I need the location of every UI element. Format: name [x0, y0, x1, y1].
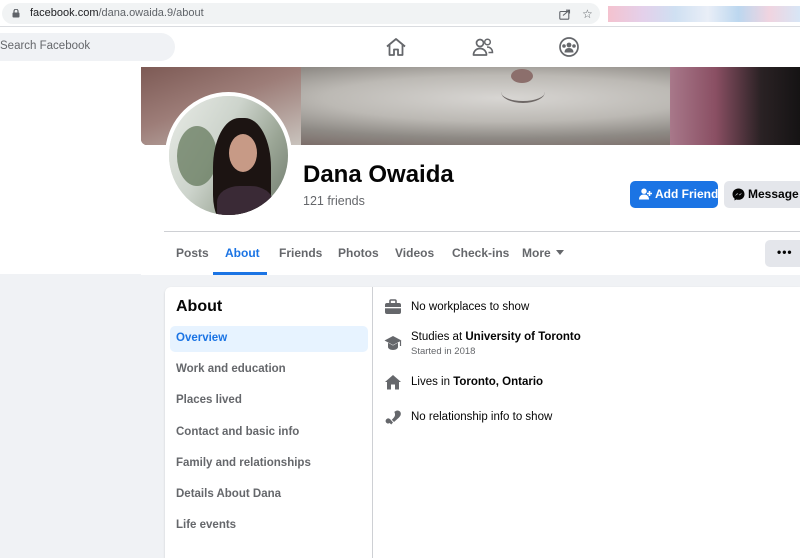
- more-options-button[interactable]: •••: [765, 240, 800, 267]
- profile-name: Dana Owaida: [303, 161, 454, 188]
- add-person-icon: [639, 188, 652, 200]
- url-host: facebook.com: [30, 7, 99, 19]
- tab-videos[interactable]: Videos: [395, 246, 434, 260]
- about-heading: About: [176, 298, 223, 315]
- studies-prefix: Studies at: [411, 331, 463, 343]
- cover-photo-right-region: [670, 67, 800, 145]
- left-whitespace: [0, 67, 141, 274]
- messenger-icon: [732, 188, 745, 201]
- message-label: Message: [748, 187, 799, 201]
- bookmark-star-icon[interactable]: ☆: [582, 8, 593, 20]
- house-icon: [385, 375, 401, 390]
- school-link[interactable]: University of Toronto: [465, 331, 580, 343]
- url-path: /dana.owaida.9/about: [98, 7, 204, 19]
- facebook-top-nav: Search Facebook: [0, 27, 800, 67]
- about-menu-family-relationships[interactable]: Family and relationships: [176, 457, 311, 469]
- friend-count-link[interactable]: 121 friends: [303, 194, 365, 208]
- about-menu-details[interactable]: Details About Dana: [176, 488, 281, 500]
- education-start-date: Started in 2018: [411, 346, 476, 357]
- work-info: No workplaces to show: [411, 301, 530, 313]
- about-menu-work-education[interactable]: Work and education: [176, 363, 286, 375]
- lives-prefix: Lives in: [411, 376, 450, 388]
- lock-icon: [12, 9, 20, 18]
- browser-toolbar: facebook.com/dana.owaida.9/about ☆: [0, 0, 800, 27]
- search-input[interactable]: Search Facebook: [0, 33, 175, 61]
- graduation-cap-icon: [384, 336, 402, 350]
- extensions-area: [608, 6, 800, 22]
- avatar-dress: [217, 186, 273, 215]
- about-menu-life-events[interactable]: Life events: [176, 519, 236, 531]
- about-menu-overview[interactable]: Overview: [176, 332, 227, 344]
- add-friend-button[interactable]: Add Friend: [630, 181, 718, 208]
- tab-about[interactable]: About: [225, 246, 260, 260]
- tab-more[interactable]: More: [522, 246, 564, 260]
- active-tab-indicator: [213, 272, 267, 275]
- city-link[interactable]: Toronto, Ontario: [453, 376, 543, 388]
- address-bar[interactable]: facebook.com/dana.owaida.9/about ☆: [2, 3, 600, 24]
- message-button[interactable]: Message: [724, 181, 800, 208]
- groups-icon[interactable]: [558, 37, 580, 57]
- tab-posts[interactable]: Posts: [176, 246, 209, 260]
- ellipsis-icon: •••: [777, 245, 793, 259]
- profile-tabs: Posts About Friends Photos Videos Check-…: [164, 232, 764, 275]
- education-info: Studies at University of Toronto: [411, 331, 581, 343]
- home-icon[interactable]: [385, 37, 407, 57]
- share-icon[interactable]: [559, 9, 571, 20]
- avatar-plant: [177, 126, 217, 186]
- about-column-divider: [372, 287, 373, 558]
- avatar-face: [229, 134, 257, 172]
- url-text: facebook.com/dana.owaida.9/about: [30, 7, 204, 19]
- cover-cat-mouth: [501, 81, 545, 103]
- relationship-info: No relationship info to show: [411, 411, 553, 423]
- tab-check-ins[interactable]: Check-ins: [452, 246, 509, 260]
- heart-icon: [385, 410, 401, 425]
- tab-friends[interactable]: Friends: [279, 246, 322, 260]
- location-info: Lives in Toronto, Ontario: [411, 376, 543, 388]
- search-placeholder: Search Facebook: [0, 40, 91, 52]
- add-friend-label: Add Friend: [655, 187, 719, 201]
- caret-down-icon: [555, 250, 564, 255]
- about-menu-places-lived[interactable]: Places lived: [176, 394, 242, 406]
- about-menu-contact-info[interactable]: Contact and basic info: [176, 426, 299, 438]
- friends-icon[interactable]: [472, 37, 494, 57]
- briefcase-icon: [385, 299, 401, 314]
- profile-avatar[interactable]: [165, 92, 292, 219]
- tab-more-label: More: [522, 246, 551, 260]
- tab-photos[interactable]: Photos: [338, 246, 379, 260]
